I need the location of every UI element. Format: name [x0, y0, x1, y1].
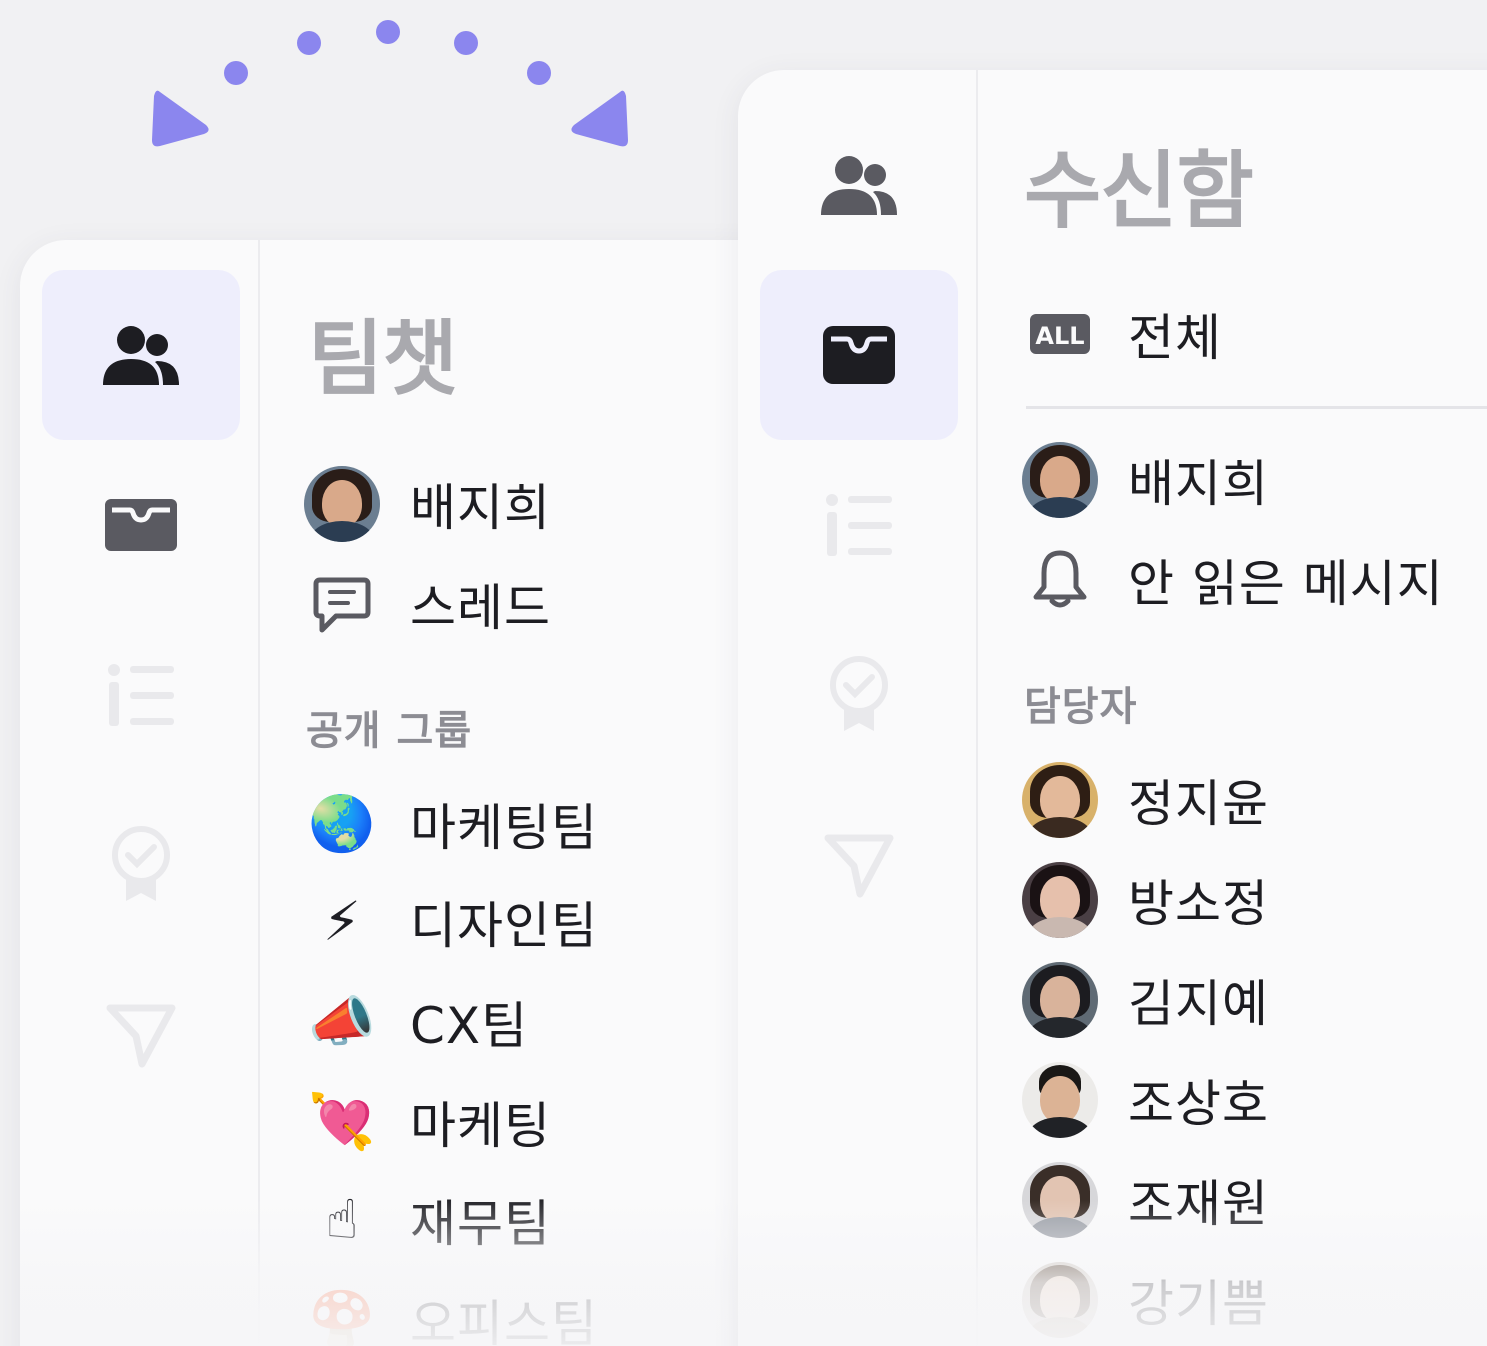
rail-list-button[interactable]: [42, 610, 240, 780]
inbox-panel: 수신함 ALL 전체 배지희 안 읽은 메시지 담당자 정지윤 방소정 김지예 …: [738, 70, 1487, 1346]
send-icon: [106, 1004, 176, 1068]
assignee-label: 정지윤: [1128, 775, 1269, 833]
chat-item-label: 배지희: [410, 479, 551, 537]
assignee-label: 김지예: [1128, 975, 1269, 1033]
confetti-triangle: [152, 90, 209, 147]
all-icon: ALL: [1022, 296, 1098, 372]
left-nav-rail: [20, 240, 260, 1346]
rail-send-button[interactable]: [760, 780, 958, 950]
inbox-item-label: 전체: [1128, 309, 1222, 367]
chat-item-thread[interactable]: 스레드: [304, 564, 551, 644]
page-title: 팀챗: [308, 312, 458, 407]
group-item-label: 오피스팀: [410, 1295, 598, 1346]
avatar: [1022, 1062, 1098, 1138]
rail-inbox-button[interactable]: [42, 440, 240, 610]
team-chat-panel: 팀챗 배지희 스레드 공개 그룹 🌏 마케팅팀 ⚡ 디자인팀 📣 CX팀 💘 마…: [20, 240, 760, 1346]
rail-badge-button[interactable]: [760, 610, 958, 780]
rail-list-button[interactable]: [760, 440, 958, 610]
divider: [1026, 406, 1487, 409]
avatar: [1022, 962, 1098, 1038]
assignee-item[interactable]: 김지예: [1022, 960, 1269, 1040]
send-icon: [824, 834, 894, 898]
inbox-item-all[interactable]: ALL 전체: [1022, 294, 1222, 374]
inbox-icon: [105, 499, 177, 551]
rail-inbox-button[interactable]: [760, 270, 958, 440]
inbox-item-unread[interactable]: 안 읽은 메시지: [1022, 540, 1444, 620]
page-title: 수신함: [1024, 142, 1254, 240]
group-item-marketing-team[interactable]: 🌏 마케팅팀: [304, 784, 598, 864]
avatar: [1022, 762, 1098, 838]
group-item-marketing[interactable]: 💘 마케팅: [304, 1082, 551, 1162]
assignee-label: 방소정: [1128, 875, 1269, 933]
avatar: [1022, 862, 1098, 938]
team-icon: [821, 156, 897, 215]
rail-team-button[interactable]: [760, 100, 958, 270]
inbox-icon: [823, 326, 895, 384]
group-item-label: CX팀: [410, 997, 529, 1055]
inbox-item-label: 배지희: [1128, 455, 1269, 513]
rail-send-button[interactable]: [42, 950, 240, 1120]
thread-icon: [304, 566, 380, 642]
avatar: [1022, 1262, 1098, 1338]
assignee-item[interactable]: 조상호: [1022, 1060, 1269, 1140]
list-icon: [826, 494, 892, 556]
avatar: [304, 466, 380, 542]
svg-text:ALL: ALL: [1035, 322, 1084, 350]
badge-icon: [112, 826, 170, 901]
rail-badge-button[interactable]: [42, 780, 240, 950]
assignee-item[interactable]: 방소정: [1022, 860, 1269, 940]
lightning-icon: ⚡: [323, 890, 361, 953]
megaphone-icon: 📣: [308, 990, 376, 1053]
globe-icon: 🌏: [308, 792, 376, 855]
assignee-item[interactable]: 조재원: [1022, 1160, 1269, 1240]
confetti-dot: [376, 20, 400, 44]
heart-arrow-icon: 💘: [308, 1090, 376, 1153]
avatar: [1022, 1162, 1098, 1238]
mushroom-icon: 🍄: [308, 1288, 376, 1346]
group-item-label: 디자인팀: [410, 897, 598, 955]
chat-item-label: 스레드: [410, 579, 551, 637]
chat-item-baejihee[interactable]: 배지희: [304, 464, 551, 544]
avatar: [1022, 442, 1098, 518]
team-chat-content: 팀챗 배지희 스레드 공개 그룹 🌏 마케팅팀 ⚡ 디자인팀 📣 CX팀 💘 마…: [280, 240, 760, 1346]
group-item-label: 마케팅팀: [410, 799, 598, 857]
rail-team-button[interactable]: [42, 270, 240, 440]
bell-icon: [1022, 542, 1098, 618]
group-item-design-team[interactable]: ⚡ 디자인팀: [304, 882, 598, 962]
assignee-label: 조재원: [1128, 1175, 1269, 1233]
confetti-triangle: [571, 90, 628, 147]
inbox-content: 수신함 ALL 전체 배지희 안 읽은 메시지 담당자 정지윤 방소정 김지예 …: [980, 70, 1487, 1346]
pointing-up-icon: ☝: [325, 1188, 359, 1251]
assignee-label: 강기쁨: [1128, 1275, 1269, 1333]
group-item-office-team[interactable]: 🍄 오피스팀: [304, 1280, 598, 1346]
group-item-finance-team[interactable]: ☝ 재무팀: [304, 1180, 551, 1260]
group-item-cx-team[interactable]: 📣 CX팀: [304, 982, 528, 1062]
confetti-dot: [454, 31, 478, 55]
confetti-dot: [297, 31, 321, 55]
group-item-label: 마케팅: [410, 1097, 551, 1155]
assignee-item[interactable]: 정지윤: [1022, 760, 1269, 840]
badge-icon: [830, 656, 888, 731]
section-assignees: 담당자: [1024, 684, 1138, 730]
right-nav-rail: [738, 70, 978, 1346]
inbox-item-baejihee[interactable]: 배지희: [1022, 440, 1269, 520]
group-item-label: 재무팀: [410, 1195, 551, 1253]
confetti-dot: [224, 61, 248, 85]
section-public-groups: 공개 그룹: [306, 708, 473, 754]
assignee-label: 조상호: [1128, 1075, 1269, 1133]
inbox-item-label: 안 읽은 메시지: [1128, 555, 1444, 613]
team-icon: [103, 326, 179, 385]
list-icon: [108, 664, 174, 726]
confetti-decoration: [152, 20, 628, 147]
assignee-item[interactable]: 강기쁨: [1022, 1260, 1269, 1340]
confetti-dot: [527, 61, 551, 85]
